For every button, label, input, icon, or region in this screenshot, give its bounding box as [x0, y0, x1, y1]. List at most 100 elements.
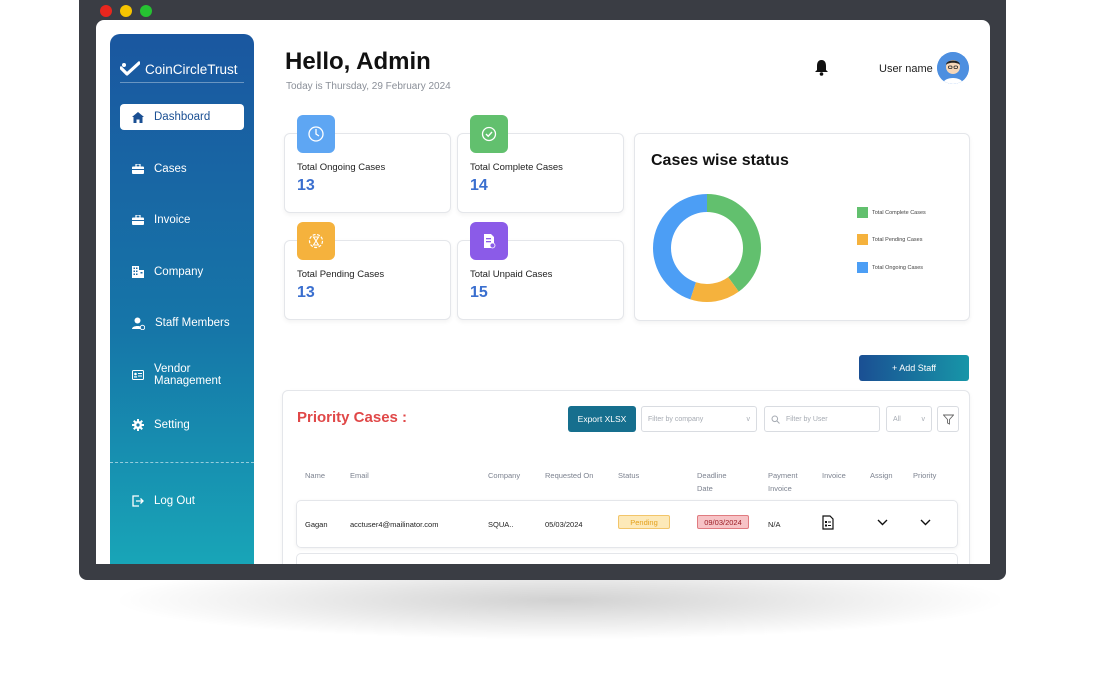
stat-label: Total Ongoing Cases — [297, 162, 386, 173]
maximize-window-button[interactable] — [140, 5, 152, 17]
stat-value: 13 — [297, 284, 315, 301]
sidebar-item-label: Dashboard — [154, 111, 211, 123]
legend-swatch — [857, 234, 868, 245]
chevron-down-icon: v — [921, 415, 926, 423]
stat-card-pending[interactable]: Total Pending Cases 13 — [284, 222, 451, 320]
stat-label: Total Pending Cases — [297, 269, 385, 280]
avatar[interactable] — [937, 52, 969, 84]
table-row[interactable] — [296, 553, 958, 564]
sidebar-item-staff-members[interactable]: Staff Members — [120, 310, 244, 336]
check-logo-icon — [120, 61, 140, 76]
stat-value: 15 — [470, 284, 488, 301]
vendor-label-line2: Management — [154, 375, 222, 387]
col-header-email: Email — [350, 471, 369, 480]
col-header-status: Status — [618, 471, 640, 480]
briefcase-icon — [132, 164, 144, 174]
invoice-icon — [470, 222, 508, 260]
today-date: Today is Thursday, 29 February 2024 — [286, 81, 451, 92]
sidebar-item-invoice[interactable]: Invoice — [120, 207, 244, 233]
col-header-deadline: Deadline Date — [697, 469, 727, 495]
company-filter-select[interactable]: Filter by company v — [641, 406, 757, 432]
donut-chart — [653, 194, 761, 302]
priority-cases-panel: Priority Cases : Export XLSX Filter by c… — [282, 390, 970, 564]
briefcase-icon — [132, 215, 144, 225]
filter-button[interactable] — [937, 406, 959, 432]
minimize-window-button[interactable] — [120, 5, 132, 17]
col-header-payment: Payment Invoice — [768, 469, 798, 495]
close-window-button[interactable] — [100, 5, 112, 17]
search-icon — [771, 415, 780, 424]
logout-label: Log Out — [154, 495, 195, 507]
sidebar-item-company[interactable]: Company — [120, 259, 244, 285]
legend-swatch — [857, 262, 868, 273]
sidebar-item-dashboard[interactable]: Dashboard — [120, 104, 244, 130]
stat-value: 13 — [297, 177, 315, 194]
legend-label: Total Complete Cases — [872, 209, 926, 216]
page-title: Hello, Admin — [285, 48, 431, 75]
priority-chevron-down-icon[interactable] — [920, 519, 931, 526]
company-filter-placeholder: Filter by company — [648, 415, 704, 423]
cell-name: Gagan — [305, 520, 328, 529]
cell-requested: 05/03/2024 — [545, 520, 583, 529]
sidebar-item-label: Company — [154, 266, 204, 278]
sidebar-item-label: Setting — [154, 419, 190, 431]
hourglass-icon — [297, 222, 335, 260]
sidebar-item-label: Cases — [154, 163, 187, 175]
logout-icon — [132, 495, 144, 507]
sidebar-item-setting[interactable]: Setting — [120, 412, 244, 438]
bell-icon[interactable] — [814, 59, 829, 76]
priority-title: Priority Cases : — [297, 409, 408, 426]
user-avatar-icon — [937, 52, 969, 84]
payment-line1: Payment — [768, 471, 798, 480]
legend-item-pending: Total Pending Cases — [857, 234, 922, 245]
col-header-invoice: Invoice — [822, 471, 846, 480]
status-badge: Pending — [618, 515, 670, 529]
chart-title: Cases wise status — [651, 152, 789, 169]
stat-value: 14 — [470, 177, 488, 194]
stat-card-unpaid[interactable]: Total Unpaid Cases 15 — [457, 222, 624, 320]
stat-label: Total Unpaid Cases — [470, 269, 553, 280]
payment-line2: Invoice — [768, 484, 792, 493]
all-filter-select[interactable]: All v — [886, 406, 932, 432]
brand[interactable]: CoinCircleTrust — [120, 54, 246, 84]
brand-divider — [120, 82, 244, 83]
home-icon — [132, 111, 144, 123]
cell-email: acctuser4@mailinator.com — [350, 520, 439, 529]
ongoing-icon — [297, 115, 335, 153]
stat-label: Total Complete Cases — [470, 162, 563, 173]
app-screen: CoinCircleTrust Dashboard Cases Invoice … — [96, 20, 990, 564]
stat-card-ongoing[interactable]: Total Ongoing Cases 13 — [284, 115, 451, 213]
assign-chevron-down-icon[interactable] — [877, 519, 888, 526]
sidebar-item-cases[interactable]: Cases — [120, 156, 244, 182]
export-xlsx-button[interactable]: Export XLSX — [568, 406, 636, 432]
building-icon — [132, 266, 144, 278]
check-circle-icon — [470, 115, 508, 153]
cell-company: SQUA.. — [488, 520, 514, 529]
col-header-assign: Assign — [870, 471, 893, 480]
add-staff-button[interactable]: + Add Staff — [859, 355, 969, 381]
legend-label: Total Pending Cases — [872, 236, 923, 243]
deadline-line1: Deadline — [697, 471, 727, 480]
col-header-name: Name — [305, 471, 326, 480]
username[interactable]: User name — [879, 63, 933, 75]
legend-item-ongoing: Total Ongoing Cases — [857, 262, 923, 273]
stat-card-complete[interactable]: Total Complete Cases 14 — [457, 115, 624, 213]
col-header-requested: Requested On — [545, 471, 594, 480]
all-filter-label: All — [893, 415, 901, 423]
sidebar-item-vendor-management[interactable]: Vendor Management — [120, 360, 244, 390]
sidebar-item-label: Staff Members — [155, 317, 230, 329]
donut-slice-0 — [707, 194, 761, 292]
id-card-icon — [132, 370, 144, 380]
cell-payment: N/A — [768, 520, 781, 529]
sidebar-divider — [110, 462, 254, 463]
legend-label: Total Ongoing Cases — [872, 264, 924, 271]
col-header-company: Company — [488, 471, 521, 480]
logout-button[interactable]: Log Out — [120, 488, 244, 514]
chevron-down-icon: v — [746, 415, 751, 423]
sidebar: CoinCircleTrust Dashboard Cases Invoice … — [110, 34, 254, 564]
gear-icon — [132, 419, 144, 431]
document-icon[interactable] — [822, 515, 834, 530]
deadline-line2: Date — [697, 484, 713, 493]
col-header-priority: Priority — [913, 471, 937, 480]
user-filter-input[interactable]: Filter by User — [764, 406, 880, 432]
